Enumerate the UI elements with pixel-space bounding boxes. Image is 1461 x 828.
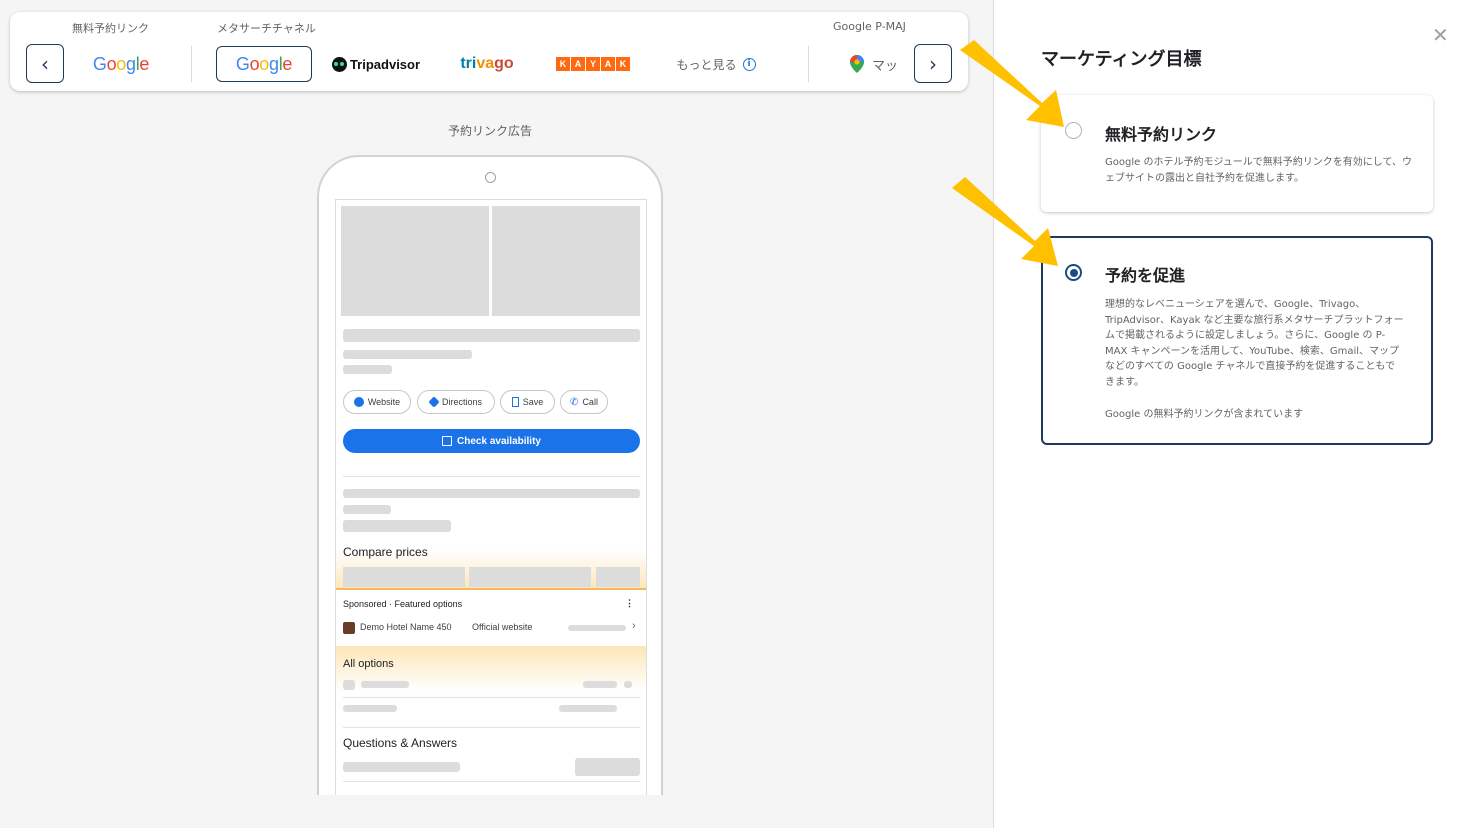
text-placeholder (343, 505, 391, 514)
option-card-drive-bookings[interactable]: 予約を促進 理想的なレベニューシェアを選んで、Google、Trivago、Tr… (1041, 236, 1433, 445)
group-label-metasearch: メタサーチチャネル (217, 22, 316, 35)
panel-title: マーケティング目標 (1041, 49, 1202, 70)
preview-title: 予約リンク広告 (447, 124, 532, 138)
phone-screen: Website Directions Save ✆ Call Check avai… (335, 199, 647, 795)
text-placeholder (343, 365, 392, 374)
divider (343, 727, 640, 728)
option-description: Google のホテル予約モジュールで無料予約リンクを有効にして、ウェブサイトの… (1105, 157, 1412, 184)
price-placeholder (596, 567, 640, 587)
sponsored-label: Sponsored · Featured options (343, 599, 463, 609)
group-label-free-booking: 無料予約リンク (72, 22, 149, 35)
owl-icon (331, 56, 347, 72)
text-placeholder (343, 350, 472, 359)
chevron-left-icon: ‹ (41, 51, 49, 76)
check-availability-button[interactable]: Check availability (343, 429, 640, 453)
highlight-line (336, 588, 646, 590)
image-placeholder (492, 206, 640, 316)
more-label: もっと見る (676, 57, 737, 72)
option-note: Google の無料予約リンクが含まれています (1105, 409, 1304, 420)
divider (343, 697, 640, 698)
phone-mockup: Website Directions Save ✆ Call Check avai… (317, 155, 663, 795)
channel-google-free[interactable]: Google (80, 46, 162, 82)
price-placeholder (469, 567, 591, 587)
settings-panel: ✕ マーケティング目標 無料予約リンク Google のホテル予約モジュールで無… (994, 0, 1461, 828)
kayak-logo: KAYAK (556, 57, 630, 71)
compare-prices-heading: Compare prices (343, 545, 428, 559)
directions-icon (428, 396, 440, 408)
more-vert-icon[interactable]: ⋮ (625, 598, 634, 609)
close-icon[interactable]: ✕ (1432, 23, 1449, 47)
info-icon[interactable]: i (742, 57, 756, 71)
hotel-thumbnail (343, 622, 355, 634)
channel-google-maps[interactable]: マッ (850, 46, 910, 82)
price-placeholder (343, 567, 465, 587)
all-options-heading: All options (343, 658, 394, 670)
call-chip[interactable]: ✆ Call (560, 390, 608, 414)
chevron-right-icon: › (929, 51, 937, 76)
qa-heading: Questions & Answers (343, 736, 458, 750)
divider (343, 476, 640, 477)
channel-bar: 無料予約リンク メタサーチチャネル Google P-MAJ ‹ Google … (10, 12, 968, 91)
text-placeholder (343, 520, 451, 532)
button-placeholder (575, 758, 640, 776)
google-logo: Google (235, 53, 293, 74)
text-placeholder (343, 705, 397, 712)
option-description: 理想的なレベニューシェアを選んで、Google、Trivago、TripAdvi… (1105, 299, 1404, 388)
text-placeholder (343, 329, 640, 342)
website-chip-label: Website (367, 397, 401, 407)
maps-label: マッ (872, 58, 899, 74)
phone-icon: ✆ (570, 396, 579, 408)
text-placeholder (361, 681, 409, 688)
group-label-pmax: Google P-MAJ (833, 20, 906, 33)
channel-tripadvisor[interactable]: Tripadvisor (328, 46, 424, 82)
text-placeholder (343, 489, 640, 498)
save-chip-label: Save (522, 397, 544, 407)
divider (191, 46, 192, 82)
text-placeholder (624, 681, 632, 688)
website-chip[interactable]: Website (343, 390, 411, 414)
tripadvisor-logo: Tripadvisor (331, 56, 421, 72)
radio-drive-bookings[interactable] (1065, 264, 1082, 281)
option-card-free-booking[interactable]: 無料予約リンク Google のホテル予約モジュールで無料予約リンクを有効にして… (1041, 95, 1433, 212)
channel-kayak[interactable]: KAYAK (550, 46, 636, 82)
option-title: 無料予約リンク (1105, 125, 1218, 144)
text-placeholder (583, 681, 617, 688)
call-chip-label: Call (582, 397, 598, 407)
camera-icon (485, 172, 496, 183)
directions-chip[interactable]: Directions (417, 390, 495, 414)
save-chip[interactable]: Save (500, 390, 555, 414)
maps-pin-icon (850, 55, 864, 73)
channel-trivago[interactable]: trivago (447, 46, 527, 82)
channel-google-metasearch[interactable]: Google (216, 46, 312, 82)
preview-pane: 無料予約リンク メタサーチチャネル Google P-MAJ ‹ Google … (0, 0, 993, 828)
globe-icon (353, 397, 364, 407)
prev-button[interactable]: ‹ (26, 44, 64, 83)
more-channels-link[interactable]: もっと見る i (662, 46, 770, 82)
calendar-icon (442, 436, 453, 446)
option-title: 予約を促進 (1105, 266, 1186, 285)
trivago-logo: trivago (460, 55, 514, 72)
text-placeholder (559, 705, 617, 712)
directions-chip-label: Directions (441, 397, 482, 407)
icon-placeholder (343, 680, 355, 690)
check-availability-label: Check availability (457, 435, 541, 447)
text-placeholder (343, 762, 460, 772)
divider (808, 46, 809, 82)
hotel-name[interactable]: Demo Hotel Name 450 (360, 622, 452, 632)
bookmark-icon (511, 397, 519, 407)
image-placeholder (341, 206, 489, 316)
tripadvisor-label: Tripadvisor (349, 56, 421, 72)
chevron-right-icon[interactable]: › (632, 620, 636, 632)
next-button[interactable]: › (914, 44, 952, 83)
official-website-label: Official website (472, 622, 533, 632)
radio-free-booking[interactable] (1065, 122, 1082, 139)
price-placeholder (568, 625, 626, 631)
divider (343, 781, 640, 782)
google-logo: Google (92, 53, 150, 74)
